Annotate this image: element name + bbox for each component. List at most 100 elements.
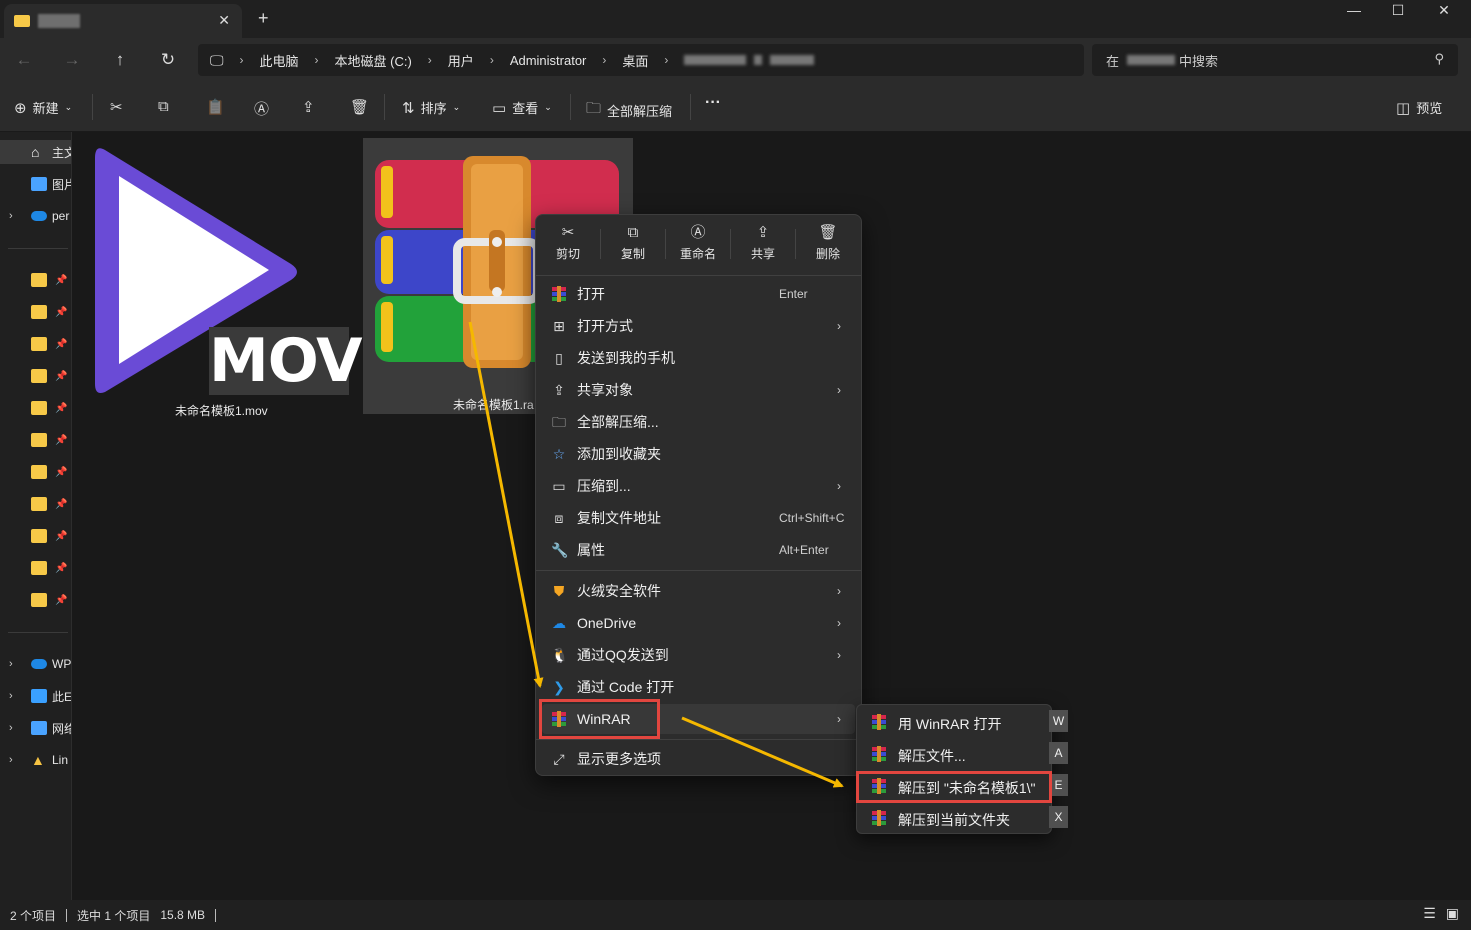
new-button[interactable]: ⊕ 新建 ⌄ (14, 98, 72, 117)
menu-item-share-with[interactable]: ⇪ 共享对象 › (542, 375, 855, 405)
sidebar-item-gallery[interactable]: 图片 (0, 172, 71, 196)
breadcrumb-local-disk[interactable]: 本地磁盘 (C:) (335, 51, 412, 70)
chevron-right-icon: › (314, 53, 319, 67)
sort-button[interactable]: ⇅ 排序 ⌄ (402, 98, 460, 117)
scissors-icon: ✂ (561, 224, 575, 241)
divider (92, 94, 93, 120)
forward-button[interactable]: → (60, 48, 84, 72)
extract-all-button[interactable]: 🗀 全部解压缩 (586, 98, 672, 123)
menu-item-onedrive[interactable]: ☁ OneDrive › (542, 608, 855, 638)
chevron-right-icon: › (602, 53, 607, 67)
copy-button[interactable]: ⧉ (158, 98, 169, 115)
ctx-quick-label: 重命名 (679, 247, 716, 261)
sidebar-item-pinned-folder[interactable]: 📌 (0, 268, 71, 292)
share-button[interactable]: ⇪ (302, 98, 315, 116)
ctx-delete-button[interactable]: 🗑 删除 (799, 223, 857, 267)
menu-item-huorong[interactable]: ⛊ 火绒安全软件 › (542, 576, 855, 606)
star-icon: ☆ (552, 446, 566, 462)
ctx-share-button[interactable]: ⇪ 共享 (734, 223, 792, 267)
chevron-right-icon: › (837, 383, 841, 397)
view-button[interactable]: ▭ 查看 ⌄ (492, 98, 552, 117)
breadcrumb-administrator[interactable]: Administrator (510, 53, 587, 68)
menu-item-copy-path[interactable]: ⧈ 复制文件地址 Ctrl+Shift+C (542, 503, 855, 533)
sidebar-item-linux[interactable]: › ▲ Lin (0, 748, 71, 772)
submenu-item-extract-here[interactable]: 解压到当前文件夹 (861, 803, 1049, 833)
search-icon[interactable]: ⚲ (1434, 51, 1444, 67)
sidebar-item-onedrive-personal[interactable]: › per (0, 204, 71, 228)
paste-button[interactable]: 📋 (206, 98, 225, 116)
pin-icon: 📌 (55, 370, 68, 382)
breadcrumb-desktop[interactable]: 桌面 (622, 51, 648, 70)
menu-item-extract-all[interactable]: 🗀 全部解压缩... (542, 407, 855, 437)
ctx-rename-button[interactable]: Ⓐ 重命名 (669, 223, 727, 267)
breadcrumb-this-pc[interactable]: 此电脑 (260, 51, 299, 70)
delete-button[interactable]: 🗑 (350, 98, 369, 116)
explorer-tab[interactable]: ✕ (4, 4, 242, 38)
new-label: 新建 (32, 101, 59, 116)
details-view-icon[interactable]: ☰ (1423, 905, 1436, 922)
menu-item-label: 通过 Code 打开 (577, 679, 675, 695)
menu-item-open-with[interactable]: ⊞ 打开方式 › (542, 311, 855, 341)
sidebar-item-pinned-folder[interactable]: 📌 (0, 300, 71, 324)
more-options-button[interactable]: ··· (705, 94, 721, 112)
preview-button[interactable]: ◫ 预览 (1396, 98, 1442, 117)
sidebar-item-home[interactable]: ⌂ 主文 (0, 140, 71, 164)
close-tab-button[interactable]: ✕ (218, 12, 230, 29)
cut-button[interactable]: ✂ (110, 98, 123, 116)
sidebar-item-pinned-folder[interactable]: 📌 (0, 556, 71, 580)
maximize-button[interactable]: ☐ (1374, 2, 1422, 22)
sidebar-item-network[interactable]: › 网络 (0, 716, 71, 740)
submenu-item-open-with-winrar[interactable]: 用 WinRAR 打开 (861, 707, 1049, 737)
menu-item-send-via-qq[interactable]: 🐧 通过QQ发送到 › (542, 640, 855, 670)
share-icon: ⇪ (553, 382, 565, 398)
sort-icon: ⇅ (402, 99, 415, 117)
winrar-submenu: 用 WinRAR 打开 解压文件... 解压到 "未命名模板1\" 解压到当前文… (856, 704, 1052, 834)
navigation-pane: ⌂ 主文 图片 › per 📌 📌 📌 📌 📌 📌 📌 📌 📌 📌 📌 › WP › 此E › 网络… (0, 132, 72, 900)
network-icon (31, 721, 47, 735)
up-button[interactable]: ↑ (108, 48, 132, 72)
divider (665, 229, 666, 259)
minimize-button[interactable]: — (1330, 2, 1378, 22)
search-input[interactable]: 在 中搜索 ⚲ (1092, 44, 1458, 76)
chevron-down-icon: ⌄ (64, 102, 73, 112)
menu-item-properties[interactable]: 🔧 属性 Alt+Enter (542, 535, 855, 565)
menu-item-open[interactable]: 打开 Enter (542, 279, 855, 309)
submenu-item-extract-files[interactable]: 解压文件... (861, 739, 1049, 769)
breadcrumb-users[interactable]: 用户 (448, 51, 474, 70)
menu-item-label: 通过QQ发送到 (577, 647, 669, 663)
sidebar-item-pinned-folder[interactable]: 📌 (0, 588, 71, 612)
sidebar-item-pinned-folder[interactable]: 📌 (0, 364, 71, 388)
sidebar-item-pinned-folder[interactable]: 📌 (0, 332, 71, 356)
file-item-mov[interactable]: MOV 未命名模板1.mov (91, 138, 363, 418)
chevron-right-icon: › (9, 658, 13, 670)
refresh-button[interactable]: ↻ (156, 48, 180, 72)
menu-item-label: 共享对象 (577, 382, 633, 398)
sidebar-item-pinned-folder[interactable]: 📌 (0, 396, 71, 420)
monitor-icon: 🖵 (210, 51, 224, 68)
menu-item-send-to-phone[interactable]: ▯ 发送到我的手机 (542, 343, 855, 373)
menu-item-compress-to[interactable]: ▭ 压缩到... › (542, 471, 855, 501)
back-button[interactable]: ← (12, 48, 36, 72)
breadcrumb-redacted (684, 55, 747, 65)
new-tab-button[interactable]: + (258, 8, 269, 29)
ctx-copy-button[interactable]: ⧉ 复制 (604, 223, 662, 267)
sidebar-item-pinned-folder[interactable]: 📌 (0, 492, 71, 516)
folder-icon (31, 433, 47, 447)
menu-item-show-more-options[interactable]: ⤢ 显示更多选项 (542, 744, 855, 774)
menu-item-add-to-favorites[interactable]: ☆ 添加到收藏夹 (542, 439, 855, 469)
address-bar[interactable]: 🖵 › 此电脑 › 本地磁盘 (C:) › 用户 › Administrator… (198, 44, 1084, 76)
sidebar-item-pinned-folder[interactable]: 📌 (0, 460, 71, 484)
ctx-cut-button[interactable]: ✂ 剪切 (539, 223, 597, 267)
sort-label: 排序 (420, 101, 447, 116)
rename-button[interactable]: Ⓐ (254, 98, 269, 119)
menu-item-open-with-code[interactable]: ❯ 通过 Code 打开 (542, 672, 855, 702)
sidebar-item-this-pc[interactable]: › 此E (0, 684, 71, 708)
chevron-right-icon: › (9, 722, 13, 734)
tiles-view-icon[interactable]: ▣ (1446, 905, 1459, 922)
preview-label: 预览 (1416, 101, 1443, 116)
pin-icon: 📌 (55, 466, 68, 478)
sidebar-item-pinned-folder[interactable]: 📌 (0, 524, 71, 548)
sidebar-item-wps[interactable]: › WP (0, 652, 71, 676)
sidebar-item-pinned-folder[interactable]: 📌 (0, 428, 71, 452)
close-window-button[interactable]: ✕ (1420, 2, 1468, 22)
